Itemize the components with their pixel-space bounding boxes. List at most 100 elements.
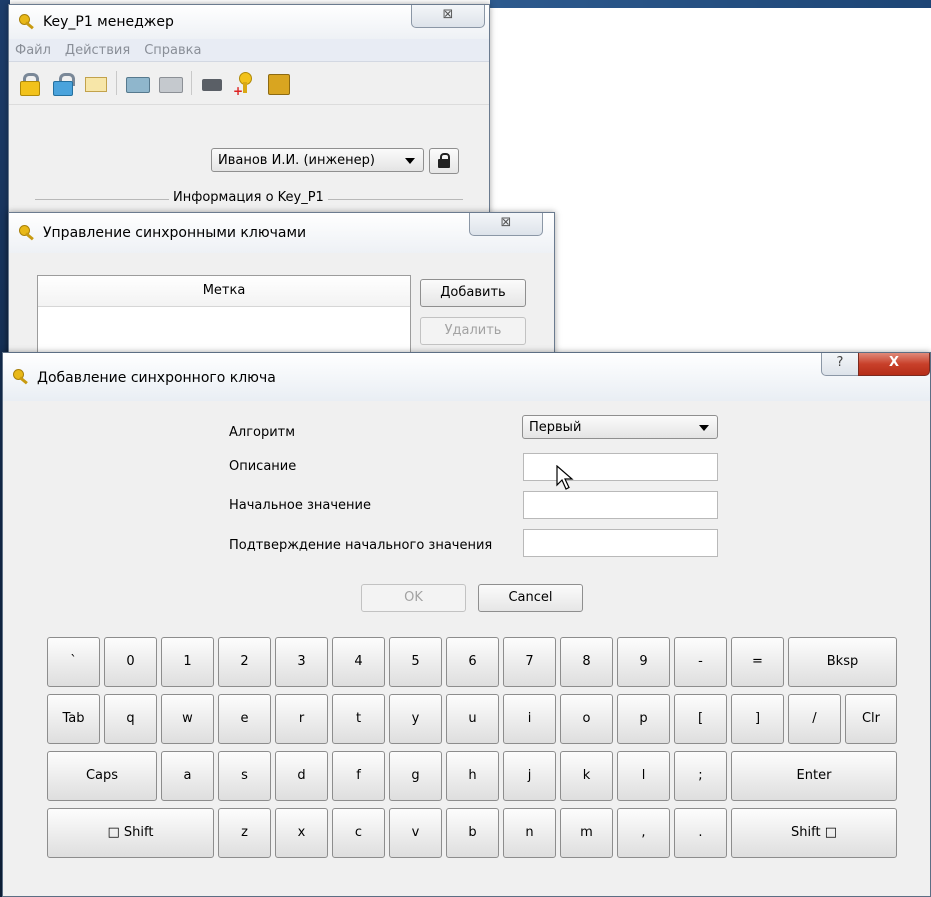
key-2[interactable]: 2 <box>218 637 271 687</box>
key-9[interactable]: 9 <box>617 637 670 687</box>
key-m[interactable]: m <box>560 808 613 858</box>
key-minus[interactable]: - <box>674 637 727 687</box>
sync-keys-title: Управление синхронными ключами <box>43 225 307 241</box>
key-z[interactable]: z <box>218 808 271 858</box>
add-key-dialog: Добавление синхронного ключа ? X Алгорит… <box>2 352 931 897</box>
key-period[interactable]: . <box>674 808 727 858</box>
key-x[interactable]: x <box>275 808 328 858</box>
lock-icon <box>438 153 450 168</box>
delete-key-button[interactable]: Удалить <box>420 317 526 345</box>
menu-file[interactable]: Файл <box>15 43 51 58</box>
key-caps[interactable]: Caps <box>47 751 157 801</box>
description-input[interactable] <box>523 453 718 481</box>
key-3[interactable]: 3 <box>275 637 328 687</box>
key-t[interactable]: t <box>332 694 385 744</box>
key-h[interactable]: h <box>446 751 499 801</box>
key-close-bracket[interactable]: ] <box>731 694 784 744</box>
key-5[interactable]: 5 <box>389 637 442 687</box>
key-7[interactable]: 7 <box>503 637 556 687</box>
main-window-titlebar[interactable]: Key_P1 менеджер ⊠ <box>9 5 489 39</box>
key-clear[interactable]: Clr <box>845 694 897 744</box>
key-r[interactable]: r <box>275 694 328 744</box>
safe-icon[interactable] <box>266 71 290 95</box>
key-j[interactable]: j <box>503 751 556 801</box>
key-n[interactable]: n <box>503 808 556 858</box>
algorithm-select[interactable]: Первый <box>522 415 718 439</box>
key-p[interactable]: p <box>617 694 670 744</box>
algorithm-select-value: Первый <box>529 420 582 435</box>
menu-help[interactable]: Справка <box>144 43 201 58</box>
key-c[interactable]: c <box>332 808 385 858</box>
key-comma[interactable]: , <box>617 808 670 858</box>
key-shift-left[interactable]: □ Shift <box>47 808 214 858</box>
add-key-button[interactable]: Добавить <box>420 279 526 307</box>
key-e[interactable]: e <box>218 694 271 744</box>
key-d[interactable]: d <box>275 751 328 801</box>
key-a[interactable]: a <box>161 751 214 801</box>
key-v[interactable]: v <box>389 808 442 858</box>
key-icon <box>19 14 35 30</box>
ok-button[interactable]: OK <box>361 584 466 612</box>
toolbar-separator <box>191 71 192 95</box>
close-icon: X <box>888 355 900 370</box>
key-backspace[interactable]: Bksp <box>788 637 897 687</box>
key-backtick[interactable]: ` <box>47 637 100 687</box>
sync-keys-close-button[interactable]: ⊠ <box>469 213 543 236</box>
key-q[interactable]: q <box>104 694 157 744</box>
chevron-down-icon <box>699 425 709 431</box>
toolbar: + <box>9 62 489 105</box>
confirm-value-label: Подтверждение начального значения <box>229 538 493 553</box>
key-y[interactable]: y <box>389 694 442 744</box>
key-g[interactable]: g <box>389 751 442 801</box>
sync-keys-titlebar[interactable]: Управление синхронными ключами ⊠ <box>9 213 554 253</box>
main-window-title: Key_P1 менеджер <box>43 14 174 30</box>
dialog-close-button[interactable]: X <box>858 353 930 376</box>
key-8[interactable]: 8 <box>560 637 613 687</box>
key-open-bracket[interactable]: [ <box>674 694 727 744</box>
card-reader-icon[interactable] <box>125 71 150 95</box>
mouse-cursor-icon <box>556 465 574 490</box>
lock-open-icon[interactable] <box>50 71 75 96</box>
key-f[interactable]: f <box>332 751 385 801</box>
key-k[interactable]: k <box>560 751 613 801</box>
description-label: Описание <box>229 459 297 474</box>
dialog-titlebar[interactable]: Добавление синхронного ключа ? X <box>3 353 930 401</box>
envelope-icon[interactable] <box>83 71 107 95</box>
help-button[interactable]: ? <box>821 353 859 376</box>
key-slash[interactable]: / <box>788 694 841 744</box>
usb-reader-icon[interactable] <box>200 71 224 95</box>
menubar: Файл Действия Справка <box>9 39 489 62</box>
algorithm-label: Алгоритм <box>229 425 296 440</box>
lock-closed-icon[interactable] <box>17 71 41 96</box>
key-s[interactable]: s <box>218 751 271 801</box>
key-i[interactable]: i <box>503 694 556 744</box>
key-shift-right[interactable]: Shift □ <box>731 808 897 858</box>
sync-keys-window: Управление синхронными ключами ⊠ Метка Д… <box>8 212 555 377</box>
key-equals[interactable]: = <box>731 637 784 687</box>
confirm-value-input[interactable] <box>523 529 718 557</box>
key-enter[interactable]: Enter <box>731 751 897 801</box>
initial-value-label: Начальное значение <box>229 498 371 513</box>
key-l[interactable]: l <box>617 751 670 801</box>
key-b[interactable]: b <box>446 808 499 858</box>
key-0[interactable]: 0 <box>104 637 157 687</box>
key-u[interactable]: u <box>446 694 499 744</box>
initial-value-input[interactable] <box>523 491 718 519</box>
key-w[interactable]: w <box>161 694 214 744</box>
key-o[interactable]: o <box>560 694 613 744</box>
cancel-button[interactable]: Cancel <box>478 584 583 612</box>
key-1[interactable]: 1 <box>161 637 214 687</box>
menu-actions[interactable]: Действия <box>65 43 130 58</box>
key-add-icon[interactable]: + <box>233 71 257 97</box>
lock-button[interactable] <box>429 148 459 174</box>
key-6[interactable]: 6 <box>446 637 499 687</box>
key-4[interactable]: 4 <box>332 637 385 687</box>
key-semicolon[interactable]: ; <box>674 751 727 801</box>
user-select[interactable]: Иванов И.И. (инженер) <box>211 148 424 172</box>
key-icon <box>13 369 29 385</box>
card-reader-grey-icon[interactable] <box>158 71 183 95</box>
main-window-close-button[interactable]: ⊠ <box>411 5 485 28</box>
table-header-label[interactable]: Метка <box>38 276 410 307</box>
key-tab[interactable]: Tab <box>47 694 100 744</box>
toolbar-separator <box>116 71 117 95</box>
